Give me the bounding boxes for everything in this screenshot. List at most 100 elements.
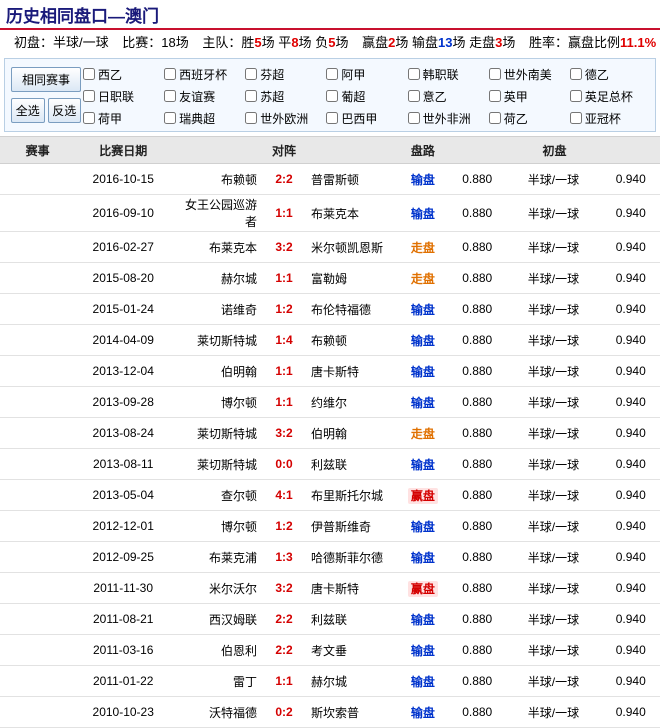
league-checkbox-15[interactable]: 瑞典超 [164,110,245,127]
lose-handicap-label: 输盘 [412,35,438,50]
league-checkbox-0[interactable]: 西乙 [83,66,164,83]
league-checkbox-input-11[interactable] [408,90,420,102]
table-row[interactable]: 英冠2015-08-20赫尔城1:1富勒姆走盘0.880半球/一球0.940 [0,263,660,294]
initial-handicap-label: 初盘： [14,35,53,50]
home-team: 伯明翰 [176,363,267,380]
league-checkbox-label: 德乙 [585,66,609,83]
league-checkbox-14[interactable]: 荷甲 [83,110,164,127]
cell-road: 输盘 [397,325,449,356]
away-team: 伯明翰 [301,425,392,442]
cell-road: 输盘 [397,356,449,387]
league-checkbox-1[interactable]: 西班牙杯 [164,66,245,83]
league-checkbox-9[interactable]: 苏超 [245,88,326,105]
cell-away-odds: 0.940 [601,356,660,387]
league-checkbox-input-13[interactable] [570,90,582,102]
cell-match: 查尔顿4:1布里斯托尔城 [171,480,397,511]
table-header-row: 赛事 比赛日期 对阵 盘路 初盘 [0,137,660,164]
league-checkbox-4[interactable]: 韩职联 [408,66,489,83]
table-row[interactable]: 英冠2015-01-24诺维奇1:2布伦特福德输盘0.880半球/一球0.940 [0,294,660,325]
league-checkbox-5[interactable]: 世外南美 [489,66,570,83]
cell-date: 2014-04-09 [75,325,171,356]
cell-home-odds: 0.880 [449,418,505,449]
league-checkbox-input-10[interactable] [326,90,338,102]
league-checkbox-20[interactable]: 亚冠杯 [570,110,651,127]
away-team: 米尔顿凯恩斯 [301,239,392,256]
home-team: 莱切斯特城 [176,332,267,349]
table-row[interactable]: 英 冠2011-03-16伯恩利2:2考文垂输盘0.880半球/一球0.940 [0,635,660,666]
home-team: 布莱克浦 [176,549,267,566]
road-result-badge: 输盘 [411,365,435,379]
league-checkbox-18[interactable]: 世外非洲 [408,110,489,127]
league-checkbox-input-6[interactable] [570,68,582,80]
league-checkbox-input-1[interactable] [164,68,176,80]
league-checkbox-2[interactable]: 芬超 [245,66,326,83]
league-checkbox-input-5[interactable] [489,68,501,80]
table-row[interactable]: 英冠2016-10-15布赖顿2:2普雷斯顿输盘0.880半球/一球0.940 [0,164,660,195]
filter-button-group: 相同赛事 全选 反选 [9,63,83,127]
cell-date: 2013-05-04 [75,480,171,511]
league-checkbox-input-0[interactable] [83,68,95,80]
invert-select-button[interactable]: 反选 [48,98,82,123]
away-team: 富勒姆 [301,270,392,287]
league-checkbox-label: 荷乙 [504,110,528,127]
league-checkbox-12[interactable]: 英甲 [489,88,570,105]
table-row[interactable]: 英 冠2013-08-11莱切斯特城0:0利兹联输盘0.880半球/一球0.94… [0,449,660,480]
league-checkbox-input-12[interactable] [489,90,501,102]
home-team: 雷丁 [176,673,267,690]
away-team: 哈德斯菲尔德 [301,549,392,566]
cell-handicap: 半球/一球 [505,195,601,232]
league-checkbox-input-19[interactable] [489,112,501,124]
league-checkbox-input-14[interactable] [83,112,95,124]
match-score: 1:4 [267,333,301,347]
table-row[interactable]: 英冠2014-04-09莱切斯特城1:4布赖顿输盘0.880半球/一球0.940 [0,325,660,356]
same-event-button[interactable]: 相同赛事 [11,67,81,92]
league-checkbox-input-7[interactable] [83,90,95,102]
league-checkbox-19[interactable]: 荷乙 [489,110,570,127]
league-checkbox-input-4[interactable] [408,68,420,80]
league-checkbox-3[interactable]: 阿甲 [326,66,407,83]
cell-match: 伯恩利2:2考文垂 [171,635,397,666]
table-row[interactable]: 英 冠2010-10-23沃特福德0:2斯坎索普输盘0.880半球/一球0.94… [0,697,660,728]
league-checkbox-label: 友谊赛 [179,88,215,105]
league-checkbox-16[interactable]: 世外欧洲 [245,110,326,127]
home-team-label: 主队： [202,35,241,50]
table-row[interactable]: 英 冠2011-08-21西汉姆联2:2利兹联输盘0.880半球/一球0.940 [0,604,660,635]
table-row[interactable]: 英冠2016-09-10女王公园巡游者1:1布莱克本输盘0.880半球/一球0.… [0,195,660,232]
league-checkbox-17[interactable]: 巴西甲 [326,110,407,127]
cell-away-odds: 0.940 [601,449,660,480]
table-row[interactable]: 英 冠2011-01-22雷丁1:1赫尔城输盘0.880半球/一球0.940 [0,666,660,697]
draw-unit: 场 [299,35,312,50]
cell-away-odds: 0.940 [601,325,660,356]
table-row[interactable]: 英 冠2012-09-25布莱克浦1:3哈德斯菲尔德输盘0.880半球/一球0.… [0,542,660,573]
league-checkbox-7[interactable]: 日职联 [83,88,164,105]
league-checkbox-11[interactable]: 意乙 [408,88,489,105]
table-row[interactable]: 英冠2013-09-28博尔顿1:1约维尔输盘0.880半球/一球0.940 [0,387,660,418]
league-checkbox-input-2[interactable] [245,68,257,80]
league-checkbox-input-17[interactable] [326,112,338,124]
cell-match: 博尔顿1:2伊普斯维奇 [171,511,397,542]
league-checkbox-input-16[interactable] [245,112,257,124]
league-checkbox-13[interactable]: 英足总杯 [570,88,651,105]
table-row[interactable]: 英冠2013-08-24莱切斯特城3:2伯明翰走盘0.880半球/一球0.940 [0,418,660,449]
league-checkbox-8[interactable]: 友谊赛 [164,88,245,105]
league-checkbox-label: 英甲 [504,88,528,105]
table-row[interactable]: 英冠2013-12-04伯明翰1:1唐卡斯特输盘0.880半球/一球0.940 [0,356,660,387]
cell-match: 沃特福德0:2斯坎索普 [171,697,397,728]
league-checkbox-10[interactable]: 葡超 [326,88,407,105]
table-row[interactable]: 英 冠2012-12-01博尔顿1:2伊普斯维奇输盘0.880半球/一球0.94… [0,511,660,542]
cell-date: 2011-11-30 [75,573,171,604]
league-checkbox-6[interactable]: 德乙 [570,66,651,83]
table-row[interactable]: 英 冠2011-11-30米尔沃尔3:2唐卡斯特赢盘0.880半球/一球0.94… [0,573,660,604]
league-checkbox-input-9[interactable] [245,90,257,102]
lose-handicap-unit: 场 [452,35,465,50]
select-all-button[interactable]: 全选 [11,98,45,123]
table-row[interactable]: 英 冠2013-05-04查尔顿4:1布里斯托尔城赢盘0.880半球/一球0.9… [0,480,660,511]
league-checkbox-input-3[interactable] [326,68,338,80]
table-row[interactable]: 英冠2016-02-27布莱克本3:2米尔顿凯恩斯走盘0.880半球/一球0.9… [0,232,660,263]
table-body: 英冠2016-10-15布赖顿2:2普雷斯顿输盘0.880半球/一球0.940英… [0,164,660,728]
league-checkbox-input-18[interactable] [408,112,420,124]
league-checkbox-input-20[interactable] [570,112,582,124]
league-checkbox-input-15[interactable] [164,112,176,124]
league-checkbox-input-8[interactable] [164,90,176,102]
cell-league: 英冠 [0,263,75,294]
